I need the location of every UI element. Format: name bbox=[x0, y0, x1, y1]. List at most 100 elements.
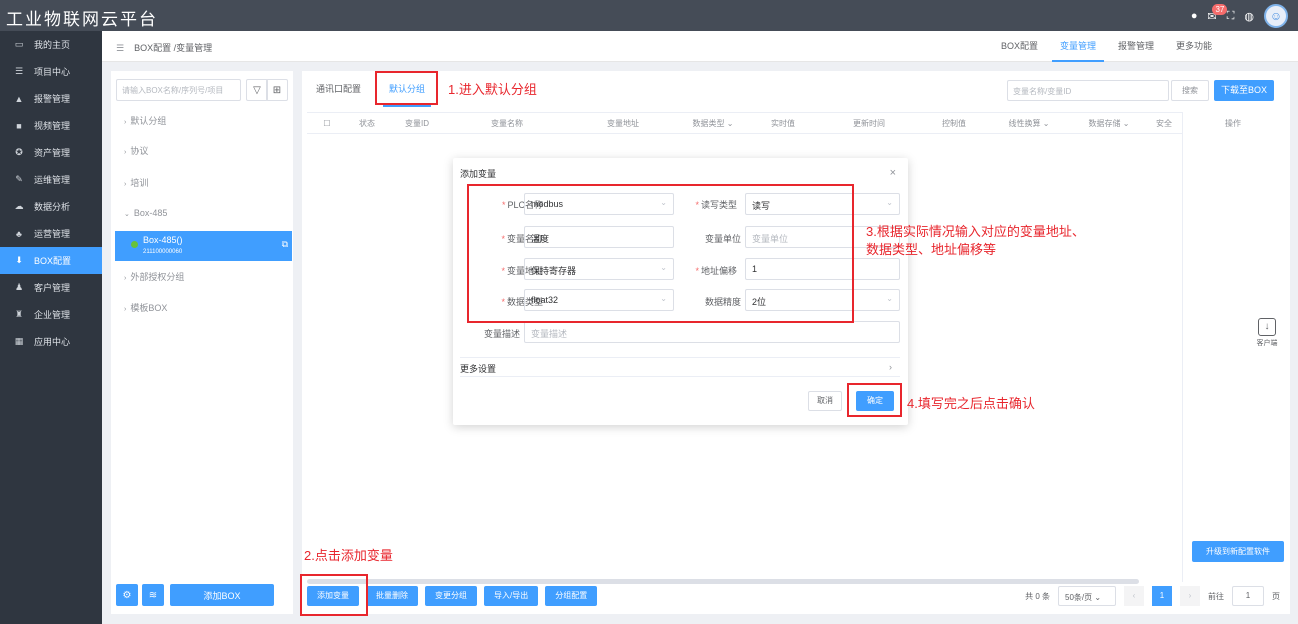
chevron-down-icon: ⌄ bbox=[886, 294, 893, 303]
goto-page-input[interactable]: 1 bbox=[1232, 586, 1264, 606]
variable-description-input[interactable]: 变量描述 bbox=[524, 321, 900, 343]
download-to-box-button[interactable]: 下载至BOX bbox=[1214, 80, 1274, 101]
tab-more-functions[interactable]: 更多功能 bbox=[1176, 31, 1212, 62]
sidebar-item-analytics[interactable]: ☁ 数据分析 bbox=[0, 193, 102, 220]
filter-icon[interactable]: ▽ bbox=[246, 79, 268, 101]
top-icons: ● ✉ 37 ⛶ ◍ ☺ bbox=[1191, 3, 1288, 29]
caret-right-icon: › bbox=[124, 119, 127, 126]
col-operations: 操作 bbox=[1225, 119, 1241, 128]
notification-badge: 37 bbox=[1212, 3, 1228, 15]
box-search-input[interactable]: 请输入BOX名称/序列号/项目 bbox=[116, 79, 241, 101]
highlight-confirm bbox=[847, 383, 902, 417]
col-variable-id: 变量ID bbox=[405, 118, 429, 128]
col-linear-conversion[interactable]: 线性换算 ⌄ bbox=[989, 118, 1069, 129]
col-variable-address: 变量地址 bbox=[607, 118, 639, 128]
select-all-checkbox[interactable]: ☐ bbox=[307, 119, 347, 128]
variable-search-input[interactable]: 变量名称/变量ID bbox=[1007, 80, 1169, 101]
batch-delete-button[interactable]: 批量删除 bbox=[366, 586, 418, 606]
settings-gear-icon[interactable]: ⚙ bbox=[116, 584, 138, 606]
import-export-button[interactable]: 导入/导出 bbox=[484, 586, 539, 606]
tab-variable-management[interactable]: 变量管理 bbox=[1051, 31, 1104, 62]
tree-item-selected-box[interactable]: Box-485() 211100000060 ⧉ bbox=[115, 231, 292, 261]
copy-icon[interactable]: ⧉ bbox=[282, 239, 288, 250]
search-button[interactable]: 搜索 bbox=[1171, 80, 1209, 101]
add-folder-icon[interactable]: ⊞ bbox=[266, 79, 288, 101]
app-title: 工业物联网云平台 bbox=[6, 10, 158, 29]
video-icon: ■ bbox=[16, 120, 22, 131]
current-page[interactable]: 1 bbox=[1152, 586, 1172, 606]
cancel-button[interactable]: 取消 bbox=[808, 391, 842, 411]
tree-item-box485[interactable]: ⌄ Box-485 bbox=[124, 208, 167, 218]
left-panel-actions: ⚙ ≋ 添加BOX bbox=[116, 584, 274, 606]
highlight-default-group bbox=[375, 71, 438, 105]
wifi-off-icon[interactable]: ≋ bbox=[142, 584, 164, 606]
fullscreen-icon[interactable]: ⛶ bbox=[1227, 10, 1235, 23]
sidebar-item-enterprise[interactable]: ♜ 企业管理 bbox=[0, 301, 102, 328]
sidebar-item-operations[interactable]: ♣ 运营管理 bbox=[0, 220, 102, 247]
col-realtime-value: 实时值 bbox=[771, 118, 795, 128]
col-control-value: 控制值 bbox=[942, 118, 966, 128]
sidebar-item-home[interactable]: ▭ 我的主页 bbox=[0, 31, 102, 58]
annotation-step3-line1: 3.根据实际情况输入对应的变量地址、 bbox=[866, 224, 1085, 239]
caret-right-icon: › bbox=[124, 275, 127, 282]
annotation-step3-line2: 数据类型、地址偏移等 bbox=[866, 242, 997, 257]
page-size-select[interactable]: 50条/页 ⌄ bbox=[1058, 586, 1116, 606]
tree-item-template-box[interactable]: › 模板BOX bbox=[124, 301, 167, 314]
group-config-button[interactable]: 分组配置 bbox=[545, 586, 598, 606]
col-status: 状态 bbox=[359, 118, 375, 128]
close-icon[interactable]: × bbox=[890, 167, 896, 179]
breadcrumb: ☰ BOX配置 /变量管理 bbox=[116, 43, 213, 53]
page-unit: 页 bbox=[1272, 591, 1280, 601]
avatar[interactable]: ☺ bbox=[1264, 4, 1288, 28]
caret-down-icon: ⌄ bbox=[124, 211, 130, 218]
sidebar-item-apps[interactable]: ▦ 应用中心 bbox=[0, 328, 102, 355]
top-bar: 工业物联网云平台 ● ✉ 37 ⛶ ◍ ☺ bbox=[0, 0, 1298, 31]
globe-icon[interactable]: ◍ bbox=[1244, 10, 1254, 23]
dialog-title: 添加变量 bbox=[460, 169, 497, 179]
change-group-button[interactable]: 变更分组 bbox=[425, 586, 477, 606]
tab-box-config[interactable]: BOX配置 bbox=[1001, 31, 1038, 62]
prev-page-icon[interactable]: ‹ bbox=[1124, 586, 1144, 606]
add-box-button[interactable]: 添加BOX bbox=[170, 584, 274, 606]
tab-comm-port-config[interactable]: 通讯口配置 bbox=[302, 71, 375, 107]
highlight-form-fields bbox=[467, 184, 854, 323]
wrench-icon: ✎ bbox=[15, 174, 23, 184]
tree-item-training[interactable]: › 培训 bbox=[124, 176, 148, 189]
more-settings-row[interactable]: 更多设置 › bbox=[460, 357, 900, 377]
tab-alarm-management[interactable]: 报警管理 bbox=[1118, 31, 1154, 62]
sidebar-item-alarms[interactable]: ▲ 报警管理 bbox=[0, 85, 102, 112]
sidebar-item-projects[interactable]: ☰ 项目中心 bbox=[0, 58, 102, 85]
tree-item-external-group[interactable]: › 外部授权分组 bbox=[124, 270, 184, 283]
sidebar-item-box-config[interactable]: ⬇ BOX配置 bbox=[0, 247, 102, 274]
next-page-icon[interactable]: › bbox=[1180, 586, 1200, 606]
col-data-storage[interactable]: 数据存储 ⌄ bbox=[1069, 118, 1149, 129]
sidebar-item-ops[interactable]: ✎ 运维管理 bbox=[0, 166, 102, 193]
pagination: 共 0 条 50条/页 ⌄ ‹ 1 › 前往 1 页 bbox=[1025, 586, 1280, 606]
sidebar-item-assets[interactable]: ✪ 资产管理 bbox=[0, 139, 102, 166]
chevron-right-icon: › bbox=[889, 362, 892, 372]
caret-right-icon: › bbox=[124, 306, 127, 313]
annotation-step2: 2.点击添加变量 bbox=[304, 548, 393, 563]
users-icon: ♟ bbox=[14, 282, 24, 292]
col-variable-name: 变量名称 bbox=[491, 118, 523, 128]
goto-label: 前往 bbox=[1208, 591, 1224, 601]
download-box-icon: ↓ bbox=[1258, 318, 1276, 336]
sub-header: ☰ BOX配置 /变量管理 BOX配置 变量管理 报警管理 更多功能 bbox=[102, 31, 1298, 62]
people-icon: ♣ bbox=[16, 228, 22, 239]
tree-item-default-group[interactable]: › 默认分组 bbox=[124, 114, 166, 127]
help-icon[interactable]: ● bbox=[1191, 10, 1198, 22]
mail-icon[interactable]: ✉ 37 bbox=[1207, 3, 1228, 23]
tree-item-protocol[interactable]: › 协议 bbox=[124, 144, 148, 157]
client-download[interactable]: ↓ 客户端 bbox=[1252, 318, 1282, 352]
sidebar-item-customers[interactable]: ♟ 客户管理 bbox=[0, 274, 102, 301]
download-icon: ⬇ bbox=[15, 255, 23, 265]
cloud-icon: ☁ bbox=[14, 201, 24, 211]
col-data-type[interactable]: 数据类型 ⌄ bbox=[679, 118, 747, 129]
menu-toggle-icon[interactable]: ☰ bbox=[116, 43, 124, 53]
upgrade-software-button[interactable]: 升级到新配置软件 bbox=[1192, 541, 1284, 562]
bell-icon: ▲ bbox=[14, 93, 24, 104]
pager-total: 共 0 条 bbox=[1025, 591, 1050, 601]
grid-icon: ▦ bbox=[14, 336, 24, 346]
sidebar-item-video[interactable]: ■ 视频管理 bbox=[0, 112, 102, 139]
horizontal-scrollbar[interactable] bbox=[307, 579, 1139, 584]
